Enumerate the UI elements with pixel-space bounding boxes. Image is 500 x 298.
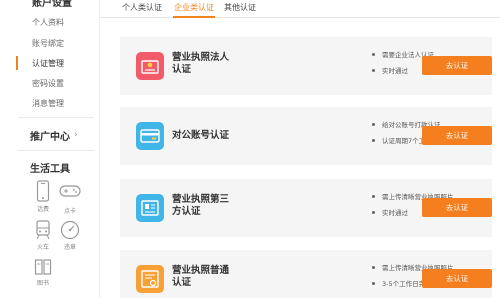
phone-icon [36, 180, 50, 202]
cert-card-legal-person: 营业执照法人认证 需要企业法人认证 实时通过 去认证 [120, 37, 492, 95]
cert-card-corporate-account: 对公账号认证 给对公账号打款认证 认证周期7个工作日 去认证 [120, 107, 492, 165]
cert-card-third-party: 营业执照第三方认证 需上传清晰营业执照照片 实时通过 去认证 [120, 179, 492, 237]
tool-phone[interactable]: 话费 [29, 180, 57, 213]
certificate-icon [136, 265, 164, 293]
certify-normal-button[interactable]: 去认证 [422, 269, 492, 288]
certify-third-party-button[interactable]: 去认证 [422, 198, 492, 217]
sidebar: 账户设置 个人资料 账号绑定 认证管理 密码设置 消息管理 推广中心 › 生活工… [0, 0, 100, 298]
tab-active-underline [173, 16, 215, 18]
speedometer-icon [60, 220, 80, 240]
tab-personal[interactable]: 个人类认证 [122, 2, 162, 13]
card-title: 营业执照普通认证 [172, 265, 230, 288]
sidebar-item-messages[interactable]: 消息管理 [32, 99, 64, 109]
sidebar-section-title: 账户设置 [32, 0, 72, 9]
tool-books[interactable]: 图书 [29, 258, 57, 287]
chevron-right-icon[interactable]: › [74, 130, 78, 140]
certify-legal-person-button[interactable]: 去认证 [422, 56, 492, 75]
sidebar-promo-center[interactable]: 推广中心 [30, 128, 70, 143]
tool-label: 话费 [36, 206, 49, 213]
tool-label: 点卡 [63, 208, 76, 215]
certification-tabs: 个人类认证 企业类认证 其他认证 [100, 0, 500, 18]
sidebar-item-profile[interactable]: 个人资料 [32, 18, 64, 28]
card-title: 营业执照第三方认证 [172, 194, 230, 217]
sidebar-life-tools-title: 生活工具 [30, 164, 70, 175]
sidebar-divider [18, 117, 94, 118]
sidebar-item-password[interactable]: 密码设置 [32, 79, 64, 89]
tool-train[interactable]: 火车 [29, 220, 57, 251]
tool-game-card[interactable]: 点卡 [56, 184, 84, 215]
card-title: 对公账号认证 [172, 130, 230, 141]
bank-card-icon [136, 122, 164, 150]
tab-enterprise[interactable]: 企业类认证 [174, 2, 214, 13]
card-title: 营业执照法人认证 [172, 52, 230, 75]
sidebar-item-account-binding[interactable]: 账号绑定 [32, 39, 64, 49]
sidebar-active-indicator [16, 56, 18, 70]
book-icon [34, 259, 52, 275]
sidebar-divider [18, 150, 94, 151]
gamepad-icon [59, 185, 81, 197]
cert-card-normal: 营业执照普通认证 需上传清晰营业执照照片 3-5个工作日完成 去认证 [120, 250, 492, 298]
certify-corporate-account-button[interactable]: 去认证 [422, 126, 492, 145]
tool-label: 火车 [36, 244, 49, 251]
sidebar-item-certification[interactable]: 认证管理 [32, 59, 64, 69]
legal-person-icon [136, 52, 164, 80]
tool-label: 图书 [36, 280, 49, 287]
tool-label: 违章 [63, 244, 76, 251]
tab-other[interactable]: 其他认证 [224, 2, 256, 13]
license-document-icon [136, 194, 164, 222]
train-icon [36, 220, 50, 240]
tool-violation[interactable]: 违章 [56, 220, 84, 251]
